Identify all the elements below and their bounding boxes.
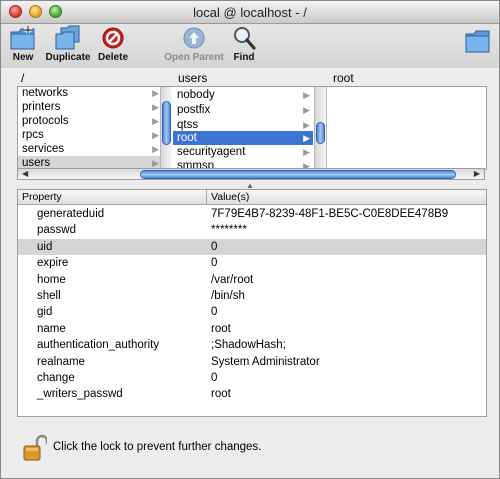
table-header: Property Value(s) [18,190,486,205]
column-header-3: root [333,71,354,85]
folder-toolbar-icon[interactable] [463,27,493,55]
browser-horizontal-scrollbar[interactable]: ◀ ▶ [17,168,485,180]
open-parent-label: Open Parent [164,52,224,63]
list-item[interactable]: networks ▶ [18,87,162,100]
duplicate-button[interactable]: Duplicate [43,24,93,63]
column-1-scrollbar[interactable] [160,87,172,169]
list-item[interactable]: rpcs ▶ [18,128,162,142]
scroll-right-arrow-icon[interactable]: ▶ [474,169,480,178]
table-row[interactable]: home/var/root [18,272,486,288]
table-row[interactable]: generateduid 7F79E4B7-8239-48F1-BE5C-C0E8… [18,206,486,222]
find-label: Find [233,52,255,63]
table-row[interactable]: change 0 [18,370,486,386]
new-folder-icon [10,26,35,50]
find-button[interactable]: Find [229,24,259,63]
title-bar[interactable]: local @ localhost - / [1,1,499,24]
list-item[interactable]: postfix ▶ [173,103,313,117]
scroll-left-arrow-icon[interactable]: ◀ [22,169,28,178]
delete-icon [102,27,124,49]
table-row[interactable]: expire 0 [18,255,486,271]
open-parent-button[interactable]: Open Parent [161,24,227,63]
disclosure-arrow-icon: ▶ [303,120,310,130]
magnifier-icon [234,27,256,50]
list-item[interactable]: qtss ▶ [173,118,313,132]
list-item[interactable]: securityagent ▶ [173,145,313,159]
disclosure-arrow-icon: ▶ [303,90,310,100]
table-row[interactable]: authentication_authority ;ShadowHash; [18,337,486,353]
value-column-header[interactable]: Value(s) [211,191,249,203]
column-browser: networks ▶ printers ▶ protocols ▶ rpcs ▶ ser… [17,86,487,170]
list-item[interactable]: nobody ▶ [173,88,313,102]
unlocked-lock-icon [23,434,49,461]
column-header-2: users [178,71,208,85]
delete-label: Delete [97,52,128,63]
disclosure-arrow-icon: ▶ [303,133,310,143]
open-parent-icon [183,27,205,49]
horizontal-scroll-thumb[interactable] [140,170,456,179]
browser-column-3[interactable] [326,87,486,169]
column-headers: / users root [1,69,499,86]
delete-button[interactable]: Delete [95,24,131,63]
new-label: New [12,52,34,63]
table-row[interactable]: passwd ******** [18,222,486,238]
disclosure-arrow-icon: ▶ [303,105,310,115]
duplicate-icon [55,25,80,50]
table-row[interactable]: name root [18,321,486,337]
list-item[interactable]: services ▶ [18,142,162,156]
table-row[interactable]: shell/bin/sh [18,288,486,304]
table-row-selected[interactable]: uid 0 [18,238,486,256]
column-2-scroll-thumb[interactable] [316,122,325,144]
toolbar: New Duplicate Delete Open Parent Find [1,24,499,68]
lock-status-text: Click the lock to prevent further change… [53,441,262,453]
window-title: local @ localhost - / [193,5,307,20]
new-button[interactable]: New [5,24,41,63]
disclosure-arrow-icon: ▶ [152,88,159,98]
lock-button[interactable] [23,434,49,465]
table-row[interactable]: gid 0 [18,304,486,320]
table-row[interactable]: realname System Administrator [18,354,486,370]
property-column-header[interactable]: Property [22,191,62,203]
column-2-scrollbar[interactable] [314,87,326,169]
column-header-1: / [21,71,25,85]
duplicate-label: Duplicate [45,52,91,63]
disclosure-arrow-icon: ▶ [152,130,159,140]
list-item-selected[interactable]: root ▶ [173,131,313,145]
browser-column-2[interactable]: nobody ▶ postfix ▶ qtss ▶ root ▶ securityage… [173,87,313,169]
properties-table: Property Value(s) generateduid 7F79E4B7-8… [17,189,487,417]
browser-column-1[interactable]: networks ▶ printers ▶ protocols ▶ rpcs ▶ ser… [18,87,162,169]
table-row[interactable]: _writers_passwd root [18,386,486,402]
disclosure-arrow-icon: ▶ [152,144,159,154]
list-item[interactable]: printers ▶ [18,100,162,114]
directory-window: local @ localhost - / New Duplicate Dele… [0,0,500,479]
column-1-scroll-thumb[interactable] [162,101,171,145]
disclosure-arrow-icon: ▶ [152,116,159,126]
list-item[interactable]: protocols ▶ [18,114,162,128]
disclosure-arrow-icon: ▶ [152,102,159,112]
disclosure-arrow-icon: ▶ [303,147,310,157]
